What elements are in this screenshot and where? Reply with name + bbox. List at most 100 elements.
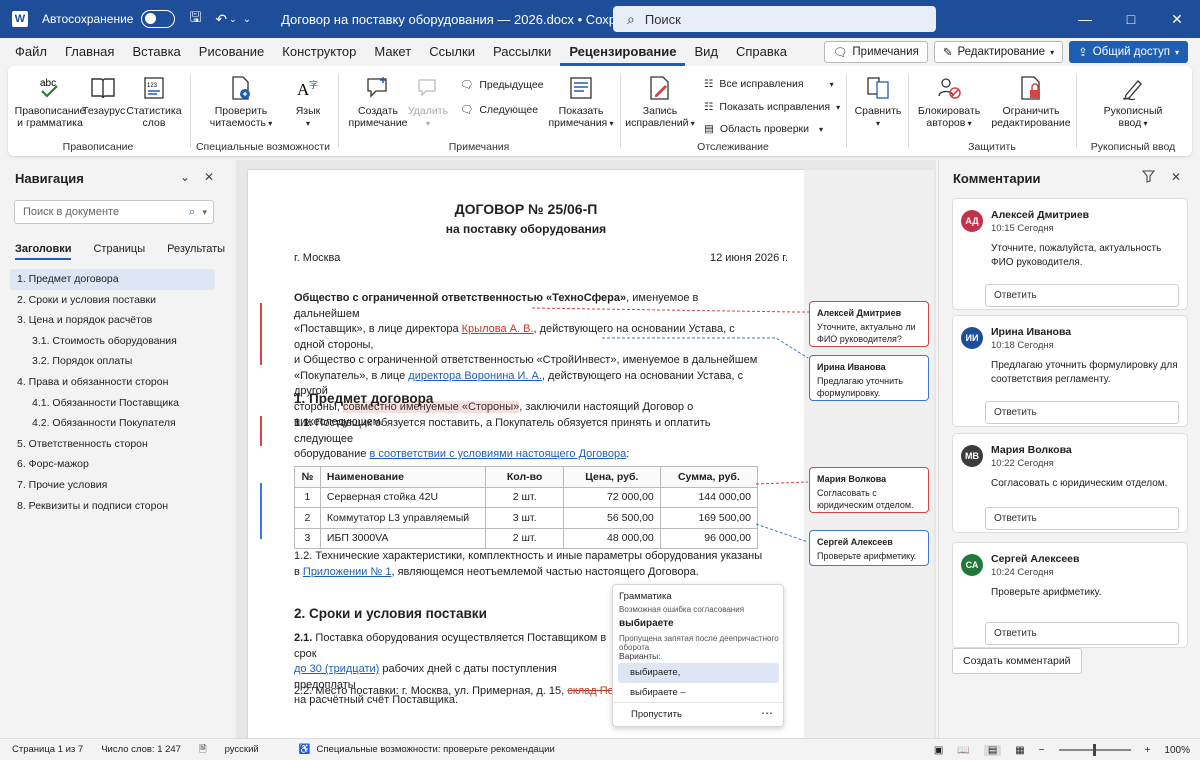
menu-item[interactable]: Макет [365, 38, 420, 66]
accessibility-status[interactable]: Специальные возможности: проверьте реком… [317, 744, 555, 755]
nav-heading-item[interactable]: 8. Реквизиты и подписи сторон [10, 496, 215, 517]
nav-heading-item[interactable]: 3.1. Стоимость оборудования [10, 331, 215, 352]
focus-mode-icon[interactable]: ▣ [934, 745, 943, 756]
close-icon[interactable]: ✕ [204, 170, 214, 184]
language-button[interactable]: A字 Язык ▾ [288, 74, 328, 130]
nav-heading-item[interactable]: 7. Прочие условия [10, 475, 215, 496]
comment-balloon[interactable]: Алексей Дмитриев Уточните, актуально ли Ф… [809, 301, 929, 347]
menu-item[interactable]: Рисование [190, 38, 273, 66]
track-changes-button[interactable]: Запись исправлений ▾ [624, 74, 696, 130]
nav-heading-item[interactable]: 6. Форс-мажор [10, 454, 215, 475]
nav-heading-item[interactable]: 4.2. Обязанности Покупателя [10, 413, 215, 434]
nav-heading-item[interactable]: 1. Предмет договора [10, 269, 215, 290]
nav-heading-item[interactable]: 3.2. Порядок оплаты [10, 351, 215, 372]
reply-input[interactable]: Ответить [985, 622, 1179, 645]
comment-card[interactable]: МВ Мария Волкова 10:22 Сегодня Согласовать … [952, 433, 1188, 533]
balloon-author: Мария Волкова [817, 474, 887, 484]
check-readability-button[interactable]: Проверить читаемость ▾ [204, 74, 278, 130]
nav-heading-item[interactable]: 5. Ответственность сторон [10, 434, 215, 455]
web-layout-icon[interactable]: ▦ [1015, 745, 1024, 756]
comment-balloon[interactable]: Ирина Иванова Предлагаю уточнить формулир… [809, 355, 929, 401]
restrict-editing-button[interactable]: Ограничить редактирование [990, 74, 1072, 129]
menu-item[interactable]: Вид [685, 38, 727, 66]
print-layout-icon[interactable]: ▤ [983, 744, 1002, 756]
read-mode-icon[interactable]: 📖 [957, 745, 969, 756]
show-markup-dropdown[interactable]: ☷ Показать исправления ▾ [704, 101, 840, 113]
nav-heading-item[interactable]: 4. Права и обязанности сторон [10, 372, 215, 393]
nav-heading-item[interactable]: 2. Сроки и условия поставки [10, 290, 215, 311]
tab-headings[interactable]: Заголовки [15, 243, 72, 260]
proofing-icon[interactable]: 🗎 [199, 742, 207, 758]
tab-pages[interactable]: Страницы [93, 243, 145, 260]
share-button[interactable]: ⇪ Общий доступ ▾ [1069, 41, 1188, 63]
nav-heading-item[interactable]: 3. Цена и порядок расчётов [10, 310, 215, 331]
balloon-author: Ирина Иванова [817, 362, 886, 372]
page-counter[interactable]: Страница 1 из 7 [12, 744, 83, 755]
comment-card[interactable]: ИИ Ирина Иванова 10:18 Сегодня Предлагаю ут… [952, 315, 1188, 427]
reply-input[interactable]: Ответить [985, 507, 1179, 530]
word-count-button[interactable]: 123 Статистика слов [126, 74, 182, 129]
maximize-icon[interactable]: □ [1108, 0, 1154, 38]
zoom-out-icon[interactable]: − [1039, 745, 1045, 756]
nav-search-input[interactable]: Поиск в документе ⌕ ▾ [14, 200, 214, 224]
menu-item[interactable]: Вставка [123, 38, 189, 66]
comment-balloon[interactable]: Мария Волкова Согласовать с юридическим о… [809, 467, 929, 513]
spelling-grammar-button[interactable]: abc Правописание и грамматика [14, 74, 86, 129]
new-comment-button[interactable]: Создать примечание [346, 74, 410, 129]
compare-button[interactable]: Сравнить ▾ [850, 74, 906, 130]
language-status[interactable]: русский [225, 744, 259, 755]
undo-icon[interactable]: ↶ [215, 11, 227, 28]
minimize-icon[interactable]: — [1062, 0, 1108, 38]
suggestion-option[interactable]: выбираете, [618, 663, 779, 683]
menu-item[interactable]: Справка [727, 38, 796, 66]
menu-item[interactable]: Конструктор [273, 38, 365, 66]
suggestion-option[interactable]: выбираете – [618, 683, 779, 703]
comment-card[interactable]: АД Алексей Дмитриев 10:15 Сегодня Уточните,… [952, 198, 1188, 310]
customize-toolbar-icon[interactable]: ⌄ [243, 14, 251, 25]
word-counter[interactable]: Число слов: 1 247 [101, 744, 181, 755]
comments-button[interactable]: 🗨 Примечания [823, 41, 928, 63]
previous-comment-button[interactable]: 🗨 Предыдущее [460, 78, 544, 92]
skip-button[interactable]: Пропустить [631, 709, 682, 720]
markup-level-dropdown[interactable]: ☷ Все исправления ▾ [704, 78, 834, 90]
thesaurus-button[interactable]: Тезаурус [82, 74, 125, 117]
show-comments-button[interactable]: Показать примечания ▾ [548, 74, 614, 130]
zoom-in-icon[interactable]: + [1145, 745, 1151, 756]
accessibility-icon[interactable]: ♿ [299, 744, 311, 755]
close-icon[interactable]: ✕ [1171, 170, 1181, 184]
filter-icon[interactable] [1141, 170, 1156, 186]
reply-input[interactable]: Ответить [985, 401, 1179, 424]
balloon-text: Проверьте арифметику. [817, 551, 917, 561]
word-logo-icon: W [12, 11, 28, 27]
ribbon-divider [338, 74, 339, 148]
menu-item[interactable]: Рассылки [484, 38, 560, 66]
block-authors-button[interactable]: Блокировать авторов ▾ [912, 74, 986, 130]
zoom-slider[interactable] [1058, 744, 1131, 756]
new-comment-button[interactable]: Создать комментарий [952, 648, 1082, 674]
next-comment-icon: 🗨 [460, 104, 474, 116]
undo-dropdown-icon[interactable]: ⌄ [229, 14, 237, 25]
ribbon-divider [190, 74, 191, 148]
zoom-level[interactable]: 100% [1164, 745, 1190, 756]
search-box[interactable]: ⌕ Поиск [613, 6, 936, 32]
comment-card[interactable]: СА Сергей Алексеев 10:24 Сегодня Проверьте … [952, 542, 1188, 648]
chevron-down-icon[interactable]: ⌄ [180, 170, 190, 184]
menu-item[interactable]: Файл [6, 38, 56, 66]
comment-balloon[interactable]: Сергей Алексеев Проверьте арифметику. [809, 530, 929, 566]
autosave-toggle[interactable] [141, 10, 176, 28]
menu-item[interactable]: Ссылки [420, 38, 484, 66]
nav-heading-item[interactable]: 4.1. Обязанности Поставщика [10, 393, 215, 414]
ink-input-button[interactable]: Рукописный ввод ▾ [1094, 74, 1172, 130]
more-options-icon[interactable]: ⋯ [761, 706, 773, 720]
chevron-down-icon[interactable]: ▾ [202, 201, 207, 223]
close-icon[interactable]: ✕ [1154, 0, 1200, 38]
menu-item[interactable]: Рецензирование [560, 38, 686, 66]
menu-item[interactable]: Главная [56, 38, 123, 66]
tab-results[interactable]: Результаты [167, 243, 225, 260]
save-icon[interactable]: 🖫 [189, 7, 201, 31]
next-comment-button[interactable]: 🗨 Следующее [460, 103, 538, 117]
delete-comment-button[interactable]: Удалить ▾ [406, 74, 450, 130]
reply-input[interactable]: Ответить [985, 284, 1179, 307]
editing-mode-button[interactable]: ✎ Редактирование ▾ [933, 41, 1064, 63]
reviewing-pane-dropdown[interactable]: ▤ Область проверки ▾ [704, 123, 823, 135]
